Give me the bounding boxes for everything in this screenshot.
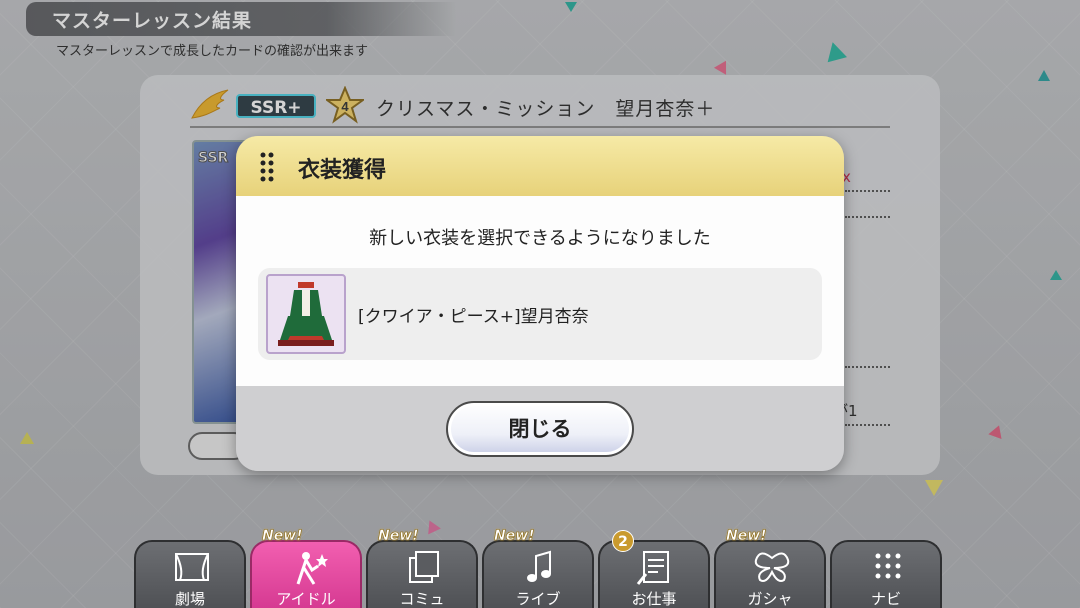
tab-navi[interactable]: ナビ [830, 540, 942, 608]
idol-icon [296, 552, 328, 585]
dialog-message: 新しい衣装を選択できるようになりました [369, 228, 711, 249]
grip-icon [260, 152, 274, 182]
new-badge: New! [378, 528, 419, 545]
costume-thumbnail [266, 274, 346, 354]
close-button[interactable]: 閉じる [446, 401, 634, 457]
new-badge: New! [726, 528, 767, 545]
music-note-icon [527, 550, 551, 582]
commu-icon [409, 551, 439, 583]
costume-name: [クワイア・ピース+]望月杏奈 [358, 307, 589, 327]
new-badge: New! [262, 528, 303, 545]
dialog-footer: 閉じる [236, 386, 844, 471]
tab-label: ライブ [515, 590, 561, 608]
tab-label: ガシャ [747, 590, 793, 608]
new-badge: New! [494, 528, 535, 545]
tab-commu[interactable]: コミュ [366, 540, 478, 608]
tab-label: お仕事 [631, 590, 677, 608]
tab-label: アイドル [276, 590, 336, 608]
costume-item-row: [クワイア・ピース+]望月杏奈 [258, 268, 822, 360]
dialog-title: 衣装獲得 [298, 158, 387, 183]
tab-label: 劇場 [174, 590, 205, 608]
tab-gacha[interactable]: ガシャ [714, 540, 826, 608]
dialog-body: 新しい衣装を選択できるようになりました [クワイア・ピース+]望月杏奈 [236, 196, 844, 386]
tab-label: ナビ [870, 590, 901, 608]
dialog-header: 衣装獲得 [236, 136, 844, 196]
notebook-icon [636, 551, 669, 585]
costume-dress-icon [278, 282, 334, 346]
grid-dots-icon [875, 553, 901, 579]
tab-idol[interactable]: アイドル [250, 540, 362, 608]
costume-acquired-dialog: 衣装獲得 新しい衣装を選択できるようになりました [クワイア・ピース+]望月杏奈… [236, 136, 844, 471]
tab-work[interactable]: お仕事 [598, 540, 710, 608]
tab-live[interactable]: ライブ [482, 540, 594, 608]
tab-label: コミュ [399, 590, 445, 608]
tab-theater[interactable]: 劇場 [134, 540, 246, 608]
notification-count-badge: 2 [612, 530, 634, 552]
butterfly-icon [754, 552, 790, 582]
theater-icon [175, 553, 209, 581]
